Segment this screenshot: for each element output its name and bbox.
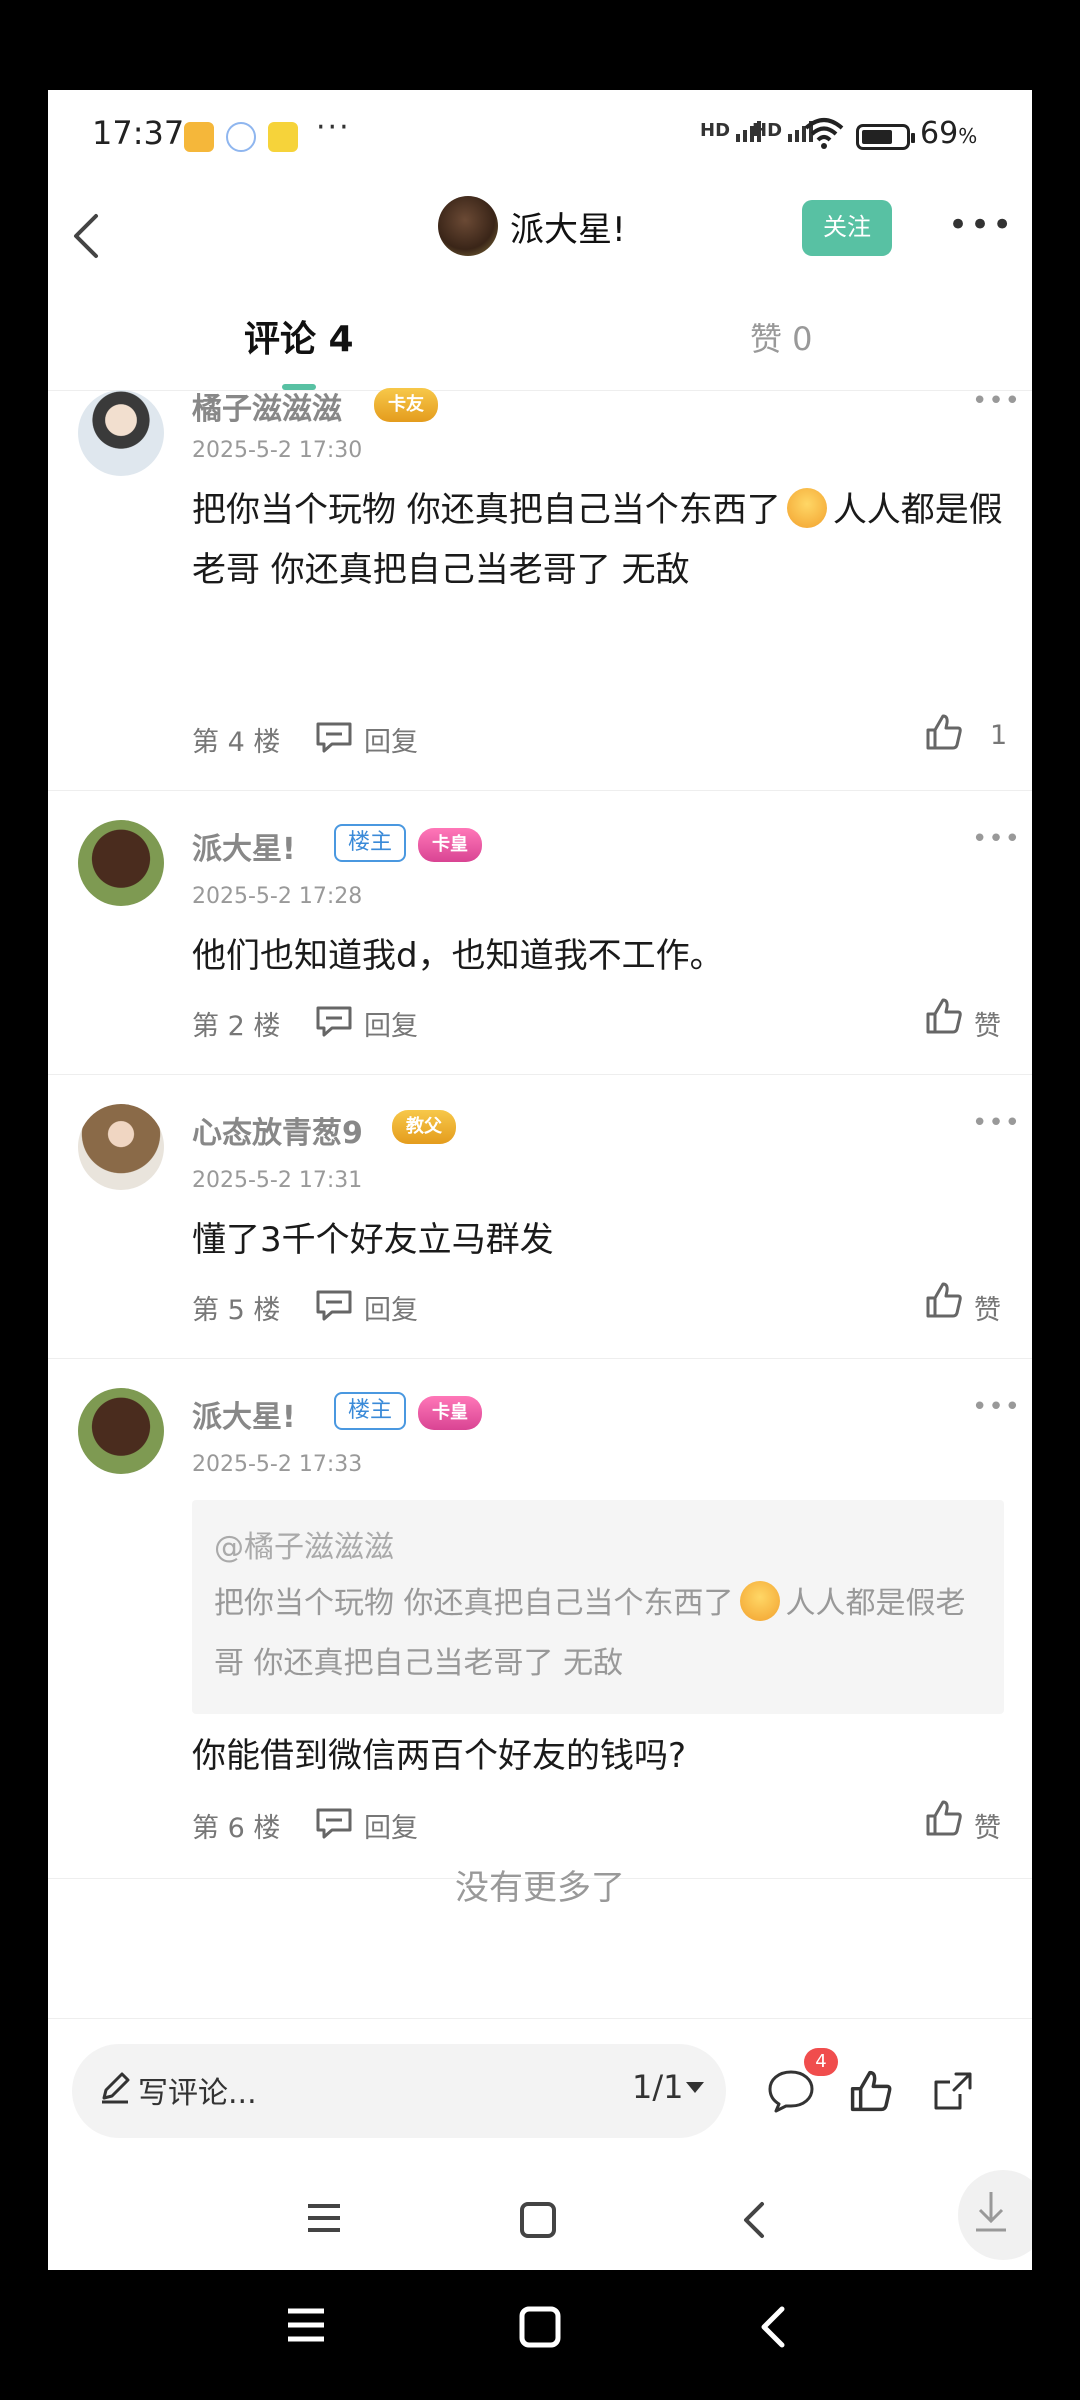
comment-date: 2025-5-2 17:33 bbox=[192, 1452, 363, 1477]
comment-item: 心态放青葱9 教父 ••• 2025-5-2 17:31 懂了3千个好友立马群发… bbox=[48, 1074, 1032, 1358]
header-username[interactable]: 派大星! bbox=[510, 202, 626, 251]
battery-icon bbox=[856, 124, 915, 150]
like-icon[interactable] bbox=[924, 712, 964, 752]
like-icon[interactable] bbox=[924, 1798, 964, 1838]
comment-count-badge: 4 bbox=[804, 2048, 838, 2076]
crown-badge: 卡友 bbox=[374, 388, 438, 422]
comment-item: 派大星! 楼主 卡皇 ••• 2025-5-2 17:33 @橘子滋滋滋 把你当… bbox=[48, 1358, 1032, 1878]
signal-1-label: HD bbox=[700, 120, 731, 141]
comment-item: 派大星! 楼主 卡皇 ••• 2025-5-2 17:28 他们也知道我d，也知… bbox=[48, 790, 1032, 1074]
reply-button[interactable]: 回复 bbox=[364, 720, 418, 759]
host-badge: 楼主 bbox=[334, 824, 407, 862]
comment-more-icon[interactable]: ••• bbox=[972, 1108, 1021, 1138]
home-icon[interactable] bbox=[518, 2200, 558, 2240]
avatar[interactable] bbox=[78, 1104, 164, 1190]
blush-emoji-icon bbox=[786, 487, 827, 528]
back-icon[interactable] bbox=[62, 206, 112, 266]
comment-text-part-1: 把你当个玩物 你还真把自己当个东西了 bbox=[192, 490, 781, 530]
download-icon bbox=[976, 2192, 1006, 2232]
wifi-icon bbox=[804, 118, 844, 149]
comment-date: 2025-5-2 17:30 bbox=[192, 438, 363, 463]
floor-label: 第 4 楼 bbox=[192, 727, 281, 758]
more-icon[interactable]: ••• bbox=[948, 208, 1012, 250]
more-notifications-icon: ··· bbox=[316, 110, 351, 145]
header-avatar[interactable] bbox=[438, 196, 498, 256]
avatar[interactable] bbox=[78, 390, 164, 476]
avatar[interactable] bbox=[78, 1388, 164, 1474]
comment-username[interactable]: 派大星! bbox=[192, 824, 296, 868]
quote-mention[interactable]: @橘子滋滋滋 bbox=[214, 1522, 394, 1566]
reply-button[interactable]: 回复 bbox=[364, 1004, 418, 1043]
tab-comments[interactable]: 评论 4 bbox=[244, 310, 354, 362]
reply-icon[interactable] bbox=[314, 720, 354, 754]
comment-more-icon[interactable]: ••• bbox=[972, 386, 1021, 416]
bottom-divider bbox=[48, 2018, 1032, 2019]
reply-icon[interactable] bbox=[314, 1004, 354, 1038]
system-home-icon[interactable] bbox=[518, 2305, 562, 2349]
reply-icon[interactable] bbox=[314, 1806, 354, 1840]
status-time: 17:37 bbox=[92, 114, 185, 152]
download-button[interactable] bbox=[958, 2170, 1032, 2260]
tab-likes[interactable]: 赞 0 bbox=[750, 314, 813, 360]
status-bar: 17:37 ··· HD HD 69% bbox=[48, 90, 1032, 180]
like-button[interactable]: 赞 bbox=[974, 1806, 1001, 1845]
tab-bar: 评论 4 赞 0 bbox=[48, 310, 1032, 380]
like-icon[interactable] bbox=[848, 2068, 894, 2114]
comment-username[interactable]: 心态放青葱9 bbox=[192, 1108, 363, 1152]
floor-label: 第 5 楼 bbox=[192, 1295, 281, 1326]
app-screen: 17:37 ··· HD HD 69% 派大星! 关注 ••• 评论 4 赞 0… bbox=[48, 90, 1032, 2270]
nav-back-icon[interactable] bbox=[734, 2200, 774, 2240]
battery-level: 69% bbox=[920, 116, 977, 151]
reply-button[interactable]: 回复 bbox=[364, 1288, 418, 1327]
battery-unit: % bbox=[958, 124, 978, 148]
comment-icon[interactable] bbox=[766, 2068, 816, 2114]
system-menu-icon[interactable] bbox=[284, 2305, 328, 2345]
write-comment-input[interactable]: 写评论... 1/1 bbox=[72, 2044, 726, 2138]
avatar[interactable] bbox=[78, 820, 164, 906]
crown-badge: 卡皇 bbox=[418, 1396, 482, 1430]
follow-button[interactable]: 关注 bbox=[802, 200, 892, 256]
comment-text: 他们也知道我d，也知道我不工作。 bbox=[192, 936, 724, 976]
photos-app-icon bbox=[226, 122, 256, 152]
menu-icon[interactable] bbox=[304, 2200, 344, 2236]
like-button[interactable]: 赞 bbox=[974, 1004, 1001, 1043]
floor-label: 第 6 楼 bbox=[192, 1813, 281, 1844]
reply-button[interactable]: 回复 bbox=[364, 1806, 418, 1845]
comment-date: 2025-5-2 17:31 bbox=[192, 1168, 363, 1193]
comment-username[interactable]: 橘子滋滋滋 bbox=[192, 384, 342, 428]
signal-2-label: HD bbox=[752, 120, 783, 141]
no-more-label: 没有更多了 bbox=[455, 1868, 625, 1908]
comment-text: 把你当个玩物 你还真把自己当个东西了 人人都是假老哥 你还真把自己当老哥了 无敌 bbox=[192, 480, 1012, 600]
crown-badge: 卡皇 bbox=[418, 828, 482, 862]
comment-placeholder: 写评论... bbox=[138, 2076, 257, 2111]
floor-label: 第 2 楼 bbox=[192, 1011, 281, 1042]
notes-app-icon bbox=[184, 122, 214, 152]
share-icon[interactable] bbox=[930, 2068, 976, 2114]
system-back-icon[interactable] bbox=[752, 2305, 796, 2349]
comment-item: 橘子滋滋滋 卡友 ••• 2025-5-2 17:30 把你当个玩物 你还真把自… bbox=[48, 386, 1032, 790]
like-count: 1 bbox=[990, 720, 1008, 751]
post-header: 派大星! 关注 ••• bbox=[48, 180, 1032, 320]
blush-emoji-icon bbox=[739, 1580, 780, 1621]
battery-value: 69 bbox=[920, 116, 959, 151]
like-icon[interactable] bbox=[924, 1280, 964, 1320]
quote-text-part-1: 把你当个玩物 你还真把自己当个东西了 bbox=[214, 1586, 734, 1621]
page-indicator[interactable]: 1/1 bbox=[632, 2068, 684, 2106]
comment-more-icon[interactable]: ••• bbox=[972, 824, 1021, 854]
host-badge: 楼主 bbox=[334, 1392, 407, 1430]
comment-date: 2025-5-2 17:28 bbox=[192, 884, 363, 909]
comment-text: 懂了3千个好友立马群发 bbox=[192, 1220, 554, 1260]
like-button[interactable]: 赞 bbox=[974, 1288, 1001, 1327]
crown-badge: 教父 bbox=[392, 1110, 456, 1144]
pen-icon bbox=[102, 2072, 130, 2104]
chevron-down-icon[interactable] bbox=[686, 2082, 704, 2093]
quote-text: 把你当个玩物 你还真把自己当个东西了 人人都是假老哥 你还真把自己当老哥了 无敌 bbox=[214, 1574, 994, 1694]
comment-more-icon[interactable]: ••• bbox=[972, 1392, 1021, 1422]
meituan-app-icon bbox=[268, 122, 298, 152]
quoted-comment[interactable]: @橘子滋滋滋 把你当个玩物 你还真把自己当个东西了 人人都是假老哥 你还真把自己当… bbox=[192, 1500, 1004, 1714]
comment-username[interactable]: 派大星! bbox=[192, 1392, 296, 1436]
comment-text: 你能借到微信两百个好友的钱吗? bbox=[192, 1736, 687, 1776]
reply-icon[interactable] bbox=[314, 1288, 354, 1322]
like-icon[interactable] bbox=[924, 996, 964, 1036]
